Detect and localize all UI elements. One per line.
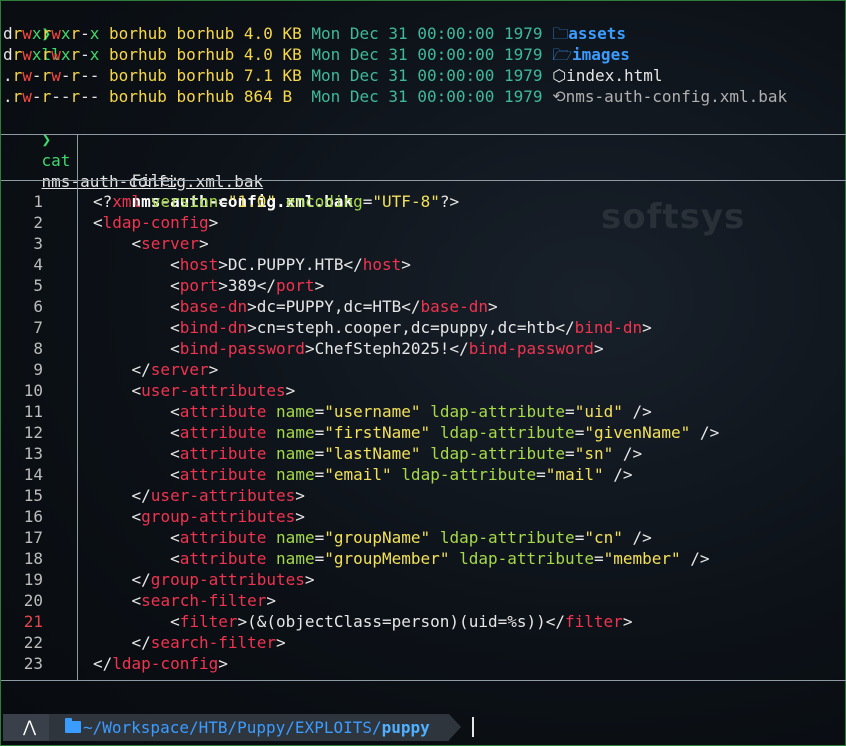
terminal-window[interactable]: ❯ ll drwxrwxr-x borhub borhub 4.0 KB Mon… [0, 0, 846, 746]
line-number: 3 [33, 234, 43, 253]
code-line: <server> [93, 234, 209, 253]
line-number: 4 [33, 255, 43, 274]
frame-top-rule [1, 134, 846, 135]
code-line: <filter>(&(objectClass=person)(uid=%s))<… [93, 612, 633, 631]
permissions: .rw-r--r-- [3, 87, 100, 106]
code-line: <ldap-config> [93, 213, 219, 232]
code-view[interactable]: <?xml version="1.0" encoding="UTF-8"?> <l… [93, 191, 719, 674]
code-line: </search-filter> [93, 633, 286, 652]
line-number-gutter: 1 2 3 4 5 6 7 8 9 10 11 12 13 14 15 16 17 18 19 20 21 22 23 [1, 191, 71, 674]
line-number: 11 [23, 402, 43, 421]
line-number: 9 [33, 360, 43, 379]
line-number: 17 [23, 528, 43, 547]
code-line: <host>DC.PUPPY.HTB</host> [93, 255, 411, 274]
file-name[interactable]: assets [568, 24, 626, 43]
path-current-dir: puppy [381, 718, 430, 737]
permissions: drwxrwxr-x [3, 24, 100, 43]
code-line: </ldap-config> [93, 654, 228, 673]
modified-date: Mon Dec 31 00:00:00 1979 [311, 87, 543, 106]
code-line: <attribute name="groupName" ldap-attribu… [93, 528, 652, 547]
listing-row: .rw-r--r-- borhub borhub 864 B Mon Dec 3… [3, 86, 787, 107]
file-header: File: nms-auth-config.xml.bak [93, 149, 354, 211]
listing-row: drwxrwxr-x borhub borhub 4.0 KB Mon Dec … [3, 44, 630, 65]
modified-date: Mon Dec 31 00:00:00 1979 [311, 66, 543, 85]
owner-user: borhub [109, 87, 167, 106]
gutter-separator [77, 134, 78, 680]
line-number: 23 [23, 654, 43, 673]
permissions: .rw-rw-r-- [3, 66, 100, 85]
listing-row: drwxrwxr-x borhub borhub 4.0 KB Mon Dec … [3, 23, 626, 44]
line-number: 22 [23, 633, 43, 652]
owner-user: borhub [109, 66, 167, 85]
line-number: 7 [33, 318, 43, 337]
line-number: 16 [23, 507, 43, 526]
code-line: <?xml version="1.0" encoding="UTF-8"?> [93, 192, 460, 211]
code-line: </user-attributes> [93, 486, 305, 505]
os-segment: ⋀ [3, 714, 49, 741]
owner-user: borhub [109, 24, 167, 43]
frame-header-rule [1, 180, 846, 181]
frame-bottom-rule [1, 680, 846, 681]
code-line: <base-dn>dc=PUPPY,dc=HTB</base-dn> [93, 297, 498, 316]
command-line-cat: ❯ cat nms-auth-config.xml.bak [3, 108, 264, 191]
code-line: <attribute name="lastName" ldap-attribut… [93, 444, 643, 463]
arch-linux-icon: ⋀ [23, 717, 37, 736]
modified-date: Mon Dec 31 00:00:00 1979 [311, 24, 543, 43]
permissions: drwxrwxr-x [3, 45, 100, 64]
code-line: <search-filter> [93, 591, 277, 610]
line-number: 6 [33, 297, 43, 316]
folder-lock-icon: 🗀 [552, 24, 569, 43]
line-number: 5 [33, 276, 43, 295]
file-size: 4.0 KB [243, 24, 302, 43]
line-number: 18 [23, 549, 43, 568]
history-icon: ⟲ [552, 87, 566, 106]
path-prefix: ~/Workspace/HTB/Puppy/EXPLOITS/ [83, 718, 382, 737]
html5-icon: ⬡ [552, 66, 567, 85]
current-path: ~/Workspace/HTB/Puppy/EXPLOITS/puppy [83, 717, 430, 738]
line-number: 15 [23, 486, 43, 505]
command-text: cat [41, 151, 71, 170]
line-number: 21 [23, 612, 43, 631]
line-number: 12 [23, 423, 43, 442]
modified-date: Mon Dec 31 00:00:00 1979 [311, 45, 543, 64]
prompt-symbol: ❯ [41, 130, 52, 149]
file-name[interactable]: nms-auth-config.xml.bak [566, 87, 788, 106]
code-line: <bind-password>ChefSteph2025!</bind-pass… [93, 339, 604, 358]
owner-group: borhub [176, 45, 235, 64]
segment-arrow [449, 714, 461, 740]
owner-user: borhub [109, 45, 167, 64]
line-number: 20 [23, 591, 43, 610]
line-number: 2 [33, 213, 43, 232]
file-size: 4.0 KB [243, 45, 302, 64]
code-line: <attribute name="groupMember" ldap-attri… [93, 549, 710, 568]
owner-group: borhub [176, 66, 235, 85]
folder-open-icon: 🗁 [552, 45, 573, 64]
line-number: 1 [33, 192, 43, 211]
owner-group: borhub [176, 87, 235, 106]
line-number: 19 [23, 570, 43, 589]
file-name[interactable]: index.html [566, 66, 662, 85]
file-size: 864 B [243, 87, 302, 106]
line-number: 13 [23, 444, 43, 463]
line-number: 8 [33, 339, 43, 358]
code-line: <group-attributes> [93, 507, 305, 526]
code-line: <attribute name="firstName" ldap-attribu… [93, 423, 720, 442]
folder-icon [65, 718, 81, 733]
prompt-bar: ⋀ ~/Workspace/HTB/Puppy/EXPLOITS/puppy [3, 714, 523, 741]
code-line: <attribute name="email" ldap-attribute="… [93, 465, 633, 484]
code-line: </server> [93, 360, 219, 379]
code-line: </group-attributes> [93, 570, 315, 589]
listing-row: .rw-rw-r-- borhub borhub 7.1 KB Mon Dec … [3, 65, 662, 86]
file-name[interactable]: images [572, 45, 630, 64]
code-line: <user-attributes> [93, 381, 296, 400]
code-line: <port>389</port> [93, 276, 325, 295]
text-cursor[interactable] [472, 717, 474, 737]
owner-group: borhub [176, 24, 235, 43]
command-line-ll: ❯ ll [3, 2, 61, 64]
file-size: 7.1 KB [243, 66, 302, 85]
line-number: 10 [23, 381, 43, 400]
line-number: 14 [23, 465, 43, 484]
code-line: <bind-dn>cn=steph.cooper,dc=puppy,dc=htb… [93, 318, 652, 337]
code-line: <attribute name="username" ldap-attribut… [93, 402, 652, 421]
